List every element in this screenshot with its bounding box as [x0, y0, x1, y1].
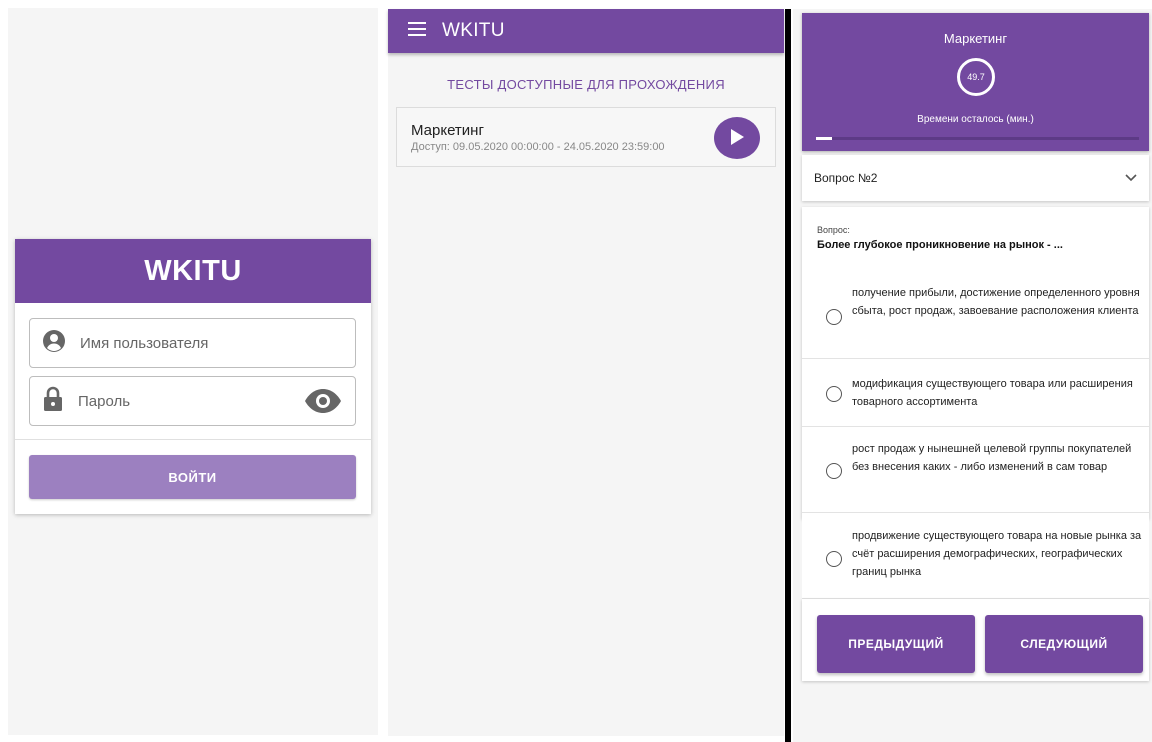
- radio-button[interactable]: [826, 463, 842, 479]
- test-access-period: Доступ: 09.05.2020 00:00:00 - 24.05.2020…: [411, 141, 665, 153]
- eye-icon[interactable]: [303, 388, 343, 419]
- test-card[interactable]: Маркетинг Доступ: 09.05.2020 00:00:00 - …: [396, 107, 776, 167]
- password-placeholder: Пароль: [78, 392, 131, 410]
- radio-button[interactable]: [826, 386, 842, 402]
- quiz-screen: Маркетинг 49.7 Времени осталось (мин.) В…: [793, 9, 1152, 742]
- question-card: Вопрос: Более глубокое проникновение на …: [802, 207, 1149, 519]
- timer-ring: 49.7: [957, 58, 995, 96]
- app-title: WKITU: [442, 20, 505, 41]
- login-divider: [15, 439, 371, 440]
- login-screen: WKITU Имя пользователя Пароль ВОЙТИ: [8, 8, 378, 735]
- test-name: Маркетинг: [411, 122, 484, 139]
- available-tests-heading: ТЕСТЫ ДОСТУПНЫЕ ДЛЯ ПРОХОЖДЕНИЯ: [447, 77, 725, 92]
- play-icon: [729, 128, 745, 149]
- tests-screen: WKITU ТЕСТЫ ДОСТУПНЫЕ ДЛЯ ПРОХОЖДЕНИЯ Ма…: [388, 9, 784, 736]
- app-bar: WKITU: [388, 9, 784, 53]
- radio-button[interactable]: [826, 309, 842, 325]
- login-card: WKITU Имя пользователя Пароль ВОЙТИ: [15, 239, 371, 514]
- login-title: WKITU: [15, 239, 371, 303]
- answer-option-1[interactable]: получение прибыли, достижение определенн…: [802, 275, 1149, 359]
- answer-option-2[interactable]: модификация существующего товара или рас…: [802, 359, 1149, 427]
- question-selector[interactable]: Вопрос №2: [802, 155, 1149, 201]
- hamburger-menu-icon[interactable]: [408, 21, 426, 41]
- chevron-down-icon: [1125, 171, 1137, 185]
- previous-button[interactable]: ПРЕДЫДУЩИЙ: [817, 615, 975, 673]
- answer-option-text: продвижение существующего товара на новы…: [852, 530, 1142, 578]
- answer-option-text: рост продаж у нынешней целевой группы по…: [852, 443, 1132, 473]
- progress-bar: [816, 137, 1139, 140]
- answer-option-text: модификация существующего товара или рас…: [852, 378, 1133, 408]
- quiz-subject: Маркетинг: [943, 31, 1008, 46]
- progress-fill: [816, 137, 833, 140]
- login-button[interactable]: ВОЙТИ: [29, 455, 356, 499]
- username-field[interactable]: Имя пользователя: [29, 318, 356, 368]
- question-selector-value: Вопрос №2: [814, 171, 878, 185]
- lock-icon: [42, 386, 64, 417]
- answer-option-text: получение прибыли, достижение определенн…: [852, 287, 1140, 317]
- time-left-label: Времени осталось (мин.): [917, 114, 1034, 125]
- username-placeholder: Имя пользователя: [80, 334, 209, 352]
- next-button[interactable]: СЛЕДУЮЩИЙ: [985, 615, 1143, 673]
- start-test-button[interactable]: [714, 117, 760, 159]
- password-field[interactable]: Пароль: [29, 376, 356, 426]
- screenshot-stage: WKITU Имя пользователя Пароль ВОЙТИ WKIT…: [0, 0, 1152, 742]
- question-label: Вопрос:: [817, 225, 850, 235]
- time-left-value: 49.7: [967, 72, 985, 82]
- navigation-bar: ПРЕДЫДУЩИЙ СЛЕДУЮЩИЙ: [802, 599, 1149, 681]
- radio-button[interactable]: [826, 551, 842, 567]
- answer-option-4[interactable]: продвижение существующего товара на новы…: [802, 515, 1149, 599]
- quiz-header: Маркетинг 49.7 Времени осталось (мин.): [802, 13, 1149, 151]
- account-circle-icon: [42, 329, 66, 358]
- panel-separator: [785, 9, 791, 742]
- question-text: Более глубокое проникновение на рынок - …: [817, 239, 1063, 251]
- answer-option-3[interactable]: рост продаж у нынешней целевой группы по…: [802, 427, 1149, 513]
